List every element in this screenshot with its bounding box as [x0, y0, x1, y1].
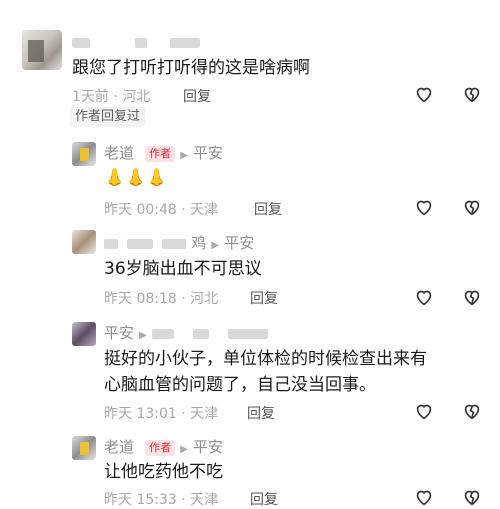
reply-arrow-icon: ▶: [180, 444, 188, 455]
reply-to-name[interactable]: 平安: [193, 144, 223, 162]
reply-header: 老道 作者 ▶ 平安: [104, 436, 223, 457]
time-location: 1天前 · 河北: [72, 89, 151, 105]
reply-arrow-icon: ▶: [180, 150, 188, 161]
avatar[interactable]: [22, 30, 62, 70]
author-replied-badge: 作者回复过: [70, 107, 146, 127]
nickname[interactable]: 老道: [104, 144, 134, 162]
heart-outline-icon[interactable]: [413, 83, 435, 105]
avatar[interactable]: [72, 436, 96, 460]
reply-arrow-icon: ▶: [211, 240, 220, 251]
reply-button[interactable]: 回复: [254, 199, 282, 219]
broken-heart-icon[interactable]: [461, 400, 483, 422]
comment-text: 跟您了打听打听得的这是啥病啊: [72, 58, 310, 78]
reply-header: 鸡 ▶ 平安: [104, 232, 254, 253]
reply-button[interactable]: 回复: [250, 288, 278, 308]
reply-button[interactable]: 回复: [183, 86, 211, 106]
heart-outline-icon[interactable]: [413, 196, 435, 218]
reply-header: 平安 ▶: [104, 322, 269, 343]
avatar[interactable]: [72, 230, 96, 254]
author-badge: 作者: [145, 439, 176, 456]
reply-header: 老道 作者 ▶ 平安: [104, 142, 223, 163]
broken-heart-icon[interactable]: [461, 286, 483, 308]
broken-heart-icon[interactable]: [461, 196, 483, 218]
nickname[interactable]: 鸡: [191, 234, 206, 252]
avatar[interactable]: [72, 322, 96, 346]
reply-to-name[interactable]: 平安: [193, 438, 223, 456]
nickname-blurred[interactable]: [72, 32, 201, 51]
heart-outline-icon[interactable]: [413, 400, 435, 422]
broken-heart-icon[interactable]: [461, 486, 483, 508]
reply-button[interactable]: 回复: [247, 403, 275, 423]
heart-outline-icon[interactable]: [413, 486, 435, 508]
nickname[interactable]: 老道: [104, 438, 134, 456]
reply-text-line2: 心脑血管的问题了，自己没当回事。: [104, 375, 376, 395]
reply-text: 让他吃药他不吃: [104, 462, 223, 482]
time-location: 昨天 15:33 · 天津: [104, 492, 219, 508]
reply-arrow-icon: ▶: [139, 330, 147, 341]
author-badge: 作者: [145, 145, 176, 162]
avatar[interactable]: [72, 142, 96, 166]
time-location: 昨天 00:48 · 天津: [104, 202, 219, 218]
reply-to-name[interactable]: 平安: [224, 234, 254, 252]
time-location: 昨天 13:01 · 天津: [104, 406, 219, 422]
heart-outline-icon[interactable]: [413, 286, 435, 308]
broken-heart-icon[interactable]: [461, 83, 483, 105]
reply-text-line1: 挺好的小伙子，单位体检的时候检查出来有: [104, 349, 427, 369]
time-location: 昨天 08:18 · 河北: [104, 291, 219, 307]
nickname[interactable]: 平安: [104, 324, 134, 342]
reply-text: 👃👃👃: [104, 168, 168, 188]
reply-button[interactable]: 回复: [250, 489, 278, 509]
reply-text: 36岁脑出血不可思议: [104, 259, 262, 279]
